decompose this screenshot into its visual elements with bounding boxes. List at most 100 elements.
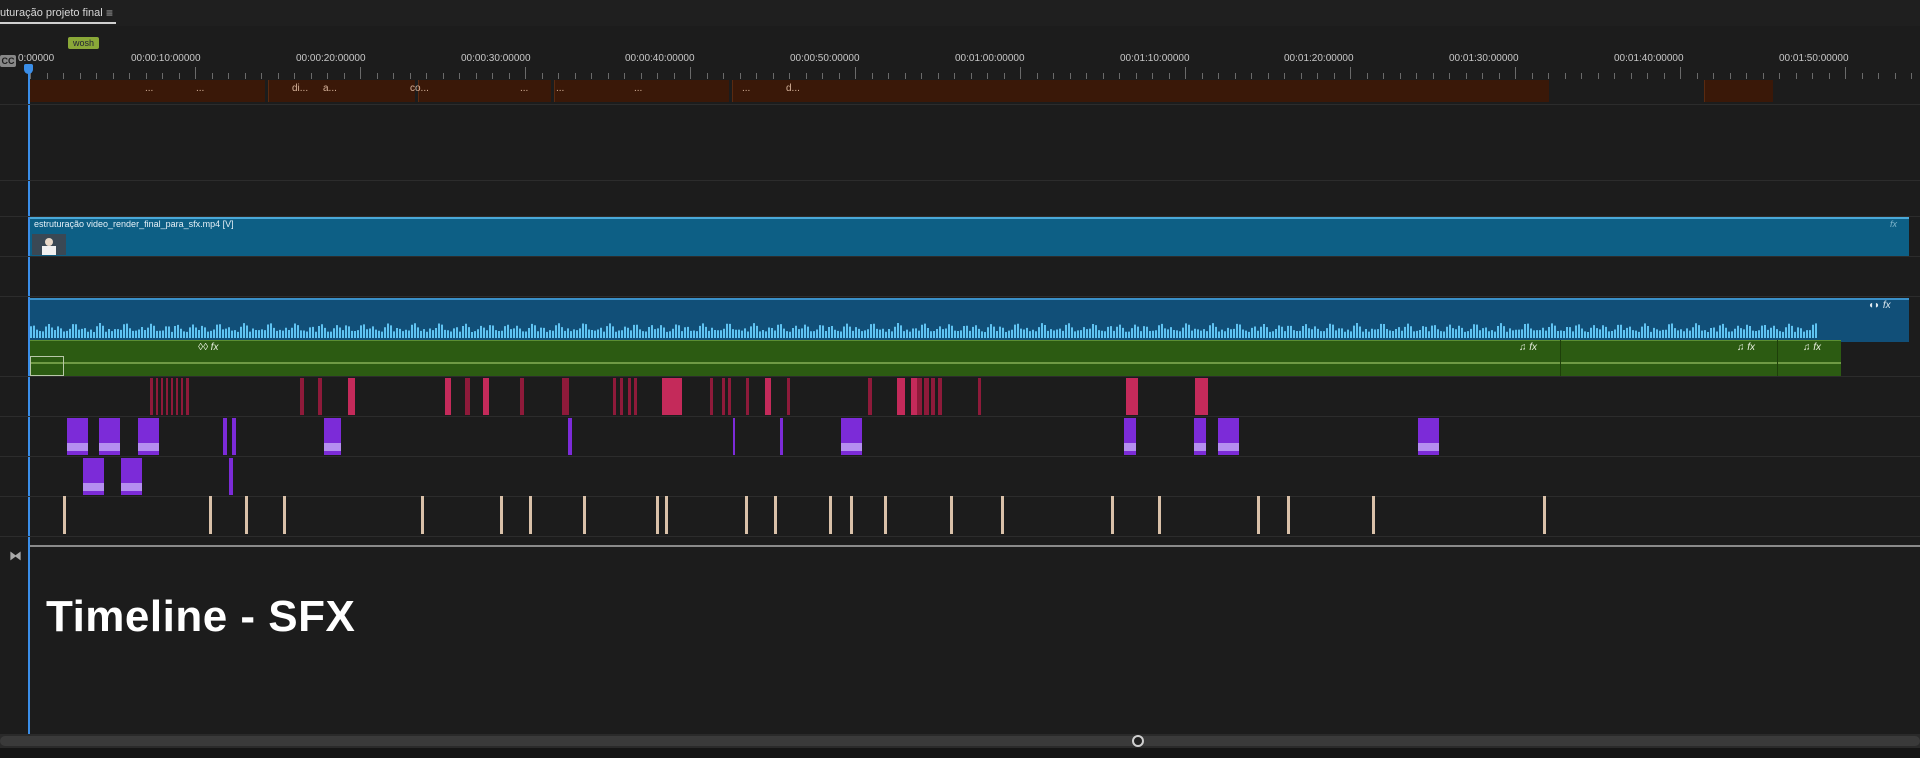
sfx-clip[interactable] <box>1372 496 1375 534</box>
ruler-tick <box>1795 73 1797 79</box>
sfx-clip[interactable] <box>318 378 322 415</box>
hamburger-icon[interactable]: ≡ <box>106 4 113 22</box>
sfx-clip[interactable] <box>171 378 173 415</box>
music-volume-line[interactable] <box>28 362 1841 364</box>
sfx-clip[interactable] <box>780 418 783 455</box>
sfx-clip[interactable] <box>787 378 790 415</box>
sfx-clip[interactable] <box>465 378 470 415</box>
sfx-clip[interactable] <box>209 496 212 534</box>
sfx-clip[interactable] <box>733 418 735 455</box>
sfx-clip[interactable] <box>121 458 142 495</box>
sfx-clip[interactable] <box>1126 378 1138 415</box>
sfx-clip[interactable] <box>161 378 163 415</box>
sfx-clip[interactable] <box>156 378 158 415</box>
sfx-clip[interactable] <box>300 378 304 415</box>
sfx-clip[interactable] <box>324 418 341 455</box>
sfx-clip[interactable] <box>950 496 953 534</box>
caption-clip[interactable] <box>732 80 1549 102</box>
sfx-clip[interactable] <box>841 418 862 455</box>
sfx-clip[interactable] <box>1111 496 1114 534</box>
sfx-clip[interactable] <box>483 378 489 415</box>
playhead[interactable] <box>28 66 30 736</box>
sfx-clip[interactable] <box>884 496 887 534</box>
scroll-handle-icon[interactable] <box>1132 735 1144 747</box>
sfx-clip[interactable] <box>529 496 532 534</box>
sfx-clip[interactable] <box>229 458 233 495</box>
captions-icon[interactable]: CC <box>0 55 16 67</box>
sfx-clip[interactable] <box>583 496 586 534</box>
caption-clip[interactable] <box>418 80 551 102</box>
sfx-clip[interactable] <box>745 496 748 534</box>
sfx-clip[interactable] <box>613 378 616 415</box>
time-ruler[interactable]: 0:00000 00:00:10:00000 00:00:20:00000 00:00… <box>18 53 1920 81</box>
sfx-clip[interactable] <box>665 496 668 534</box>
caption-clip[interactable] <box>268 80 415 102</box>
collapse-tracks-icon[interactable]: ⧓ <box>9 548 22 564</box>
sfx-clip[interactable] <box>1124 418 1136 455</box>
sfx-clip[interactable] <box>662 378 682 415</box>
scrollbar-thumb[interactable] <box>0 736 1920 746</box>
sfx-clip[interactable] <box>83 458 104 495</box>
sfx-clip[interactable] <box>1195 378 1208 415</box>
sfx-clip[interactable] <box>978 378 981 415</box>
clip-edit-point[interactable] <box>1777 340 1778 376</box>
sfx-clip[interactable] <box>232 418 236 455</box>
sfx-clip[interactable] <box>1194 418 1206 455</box>
sfx-clip[interactable] <box>938 378 942 415</box>
sfx-clip[interactable] <box>728 378 731 415</box>
caption-clip[interactable] <box>1704 80 1773 102</box>
sfx-clip[interactable] <box>1158 496 1161 534</box>
playhead-handle[interactable] <box>24 64 33 74</box>
sfx-clip[interactable] <box>223 418 227 455</box>
sfx-clip[interactable] <box>850 496 853 534</box>
caption-track[interactable]: ...... di... a... co............... d... <box>28 80 1920 104</box>
sfx-clip[interactable] <box>150 378 153 415</box>
music-clip[interactable] <box>28 340 1841 377</box>
sfx-clip[interactable] <box>620 378 623 415</box>
sfx-clip[interactable] <box>176 378 178 415</box>
sfx-clip[interactable] <box>63 496 66 534</box>
sfx-clip[interactable] <box>445 378 451 415</box>
video-clip[interactable] <box>28 217 1909 257</box>
sfx-waveform <box>1124 443 1136 451</box>
sfx-clip[interactable] <box>1543 496 1546 534</box>
sequence-tab[interactable]: uturação projeto final <box>0 4 103 22</box>
sfx-clip[interactable] <box>634 378 637 415</box>
sfx-clip[interactable] <box>348 378 355 415</box>
sfx-clip[interactable] <box>924 378 929 415</box>
sfx-clip[interactable] <box>568 418 572 455</box>
sfx-clip[interactable] <box>1218 418 1239 455</box>
clip-edit-point[interactable] <box>1560 340 1561 376</box>
sfx-clip[interactable] <box>421 496 424 534</box>
sfx-clip[interactable] <box>166 378 168 415</box>
sfx-clip[interactable] <box>917 378 922 415</box>
sfx-clip[interactable] <box>710 378 713 415</box>
sfx-clip[interactable] <box>283 496 286 534</box>
sfx-clip[interactable] <box>1001 496 1004 534</box>
sfx-clip[interactable] <box>99 418 120 455</box>
sfx-clip[interactable] <box>1287 496 1290 534</box>
sfx-clip[interactable] <box>628 378 631 415</box>
timeline-marker[interactable]: wosh <box>68 37 100 49</box>
sfx-clip[interactable] <box>500 496 503 534</box>
ruler-tick <box>1267 73 1269 79</box>
sfx-clip[interactable] <box>931 378 935 415</box>
sfx-clip[interactable] <box>1257 496 1260 534</box>
sfx-clip[interactable] <box>722 378 725 415</box>
sfx-clip[interactable] <box>565 378 569 415</box>
sfx-clip[interactable] <box>138 418 159 455</box>
sfx-clip[interactable] <box>746 378 749 415</box>
sfx-clip[interactable] <box>67 418 88 455</box>
sfx-clip[interactable] <box>186 378 189 415</box>
sfx-clip[interactable] <box>520 378 524 415</box>
sfx-clip[interactable] <box>181 378 183 415</box>
sfx-clip[interactable] <box>656 496 659 534</box>
sfx-clip[interactable] <box>245 496 248 534</box>
sfx-clip[interactable] <box>868 378 872 415</box>
sfx-clip[interactable] <box>765 378 771 415</box>
sfx-clip[interactable] <box>1418 418 1439 455</box>
sfx-clip[interactable] <box>897 378 905 415</box>
sfx-clip[interactable] <box>774 496 777 534</box>
ruler-tick <box>1102 73 1104 79</box>
sfx-clip[interactable] <box>829 496 832 534</box>
